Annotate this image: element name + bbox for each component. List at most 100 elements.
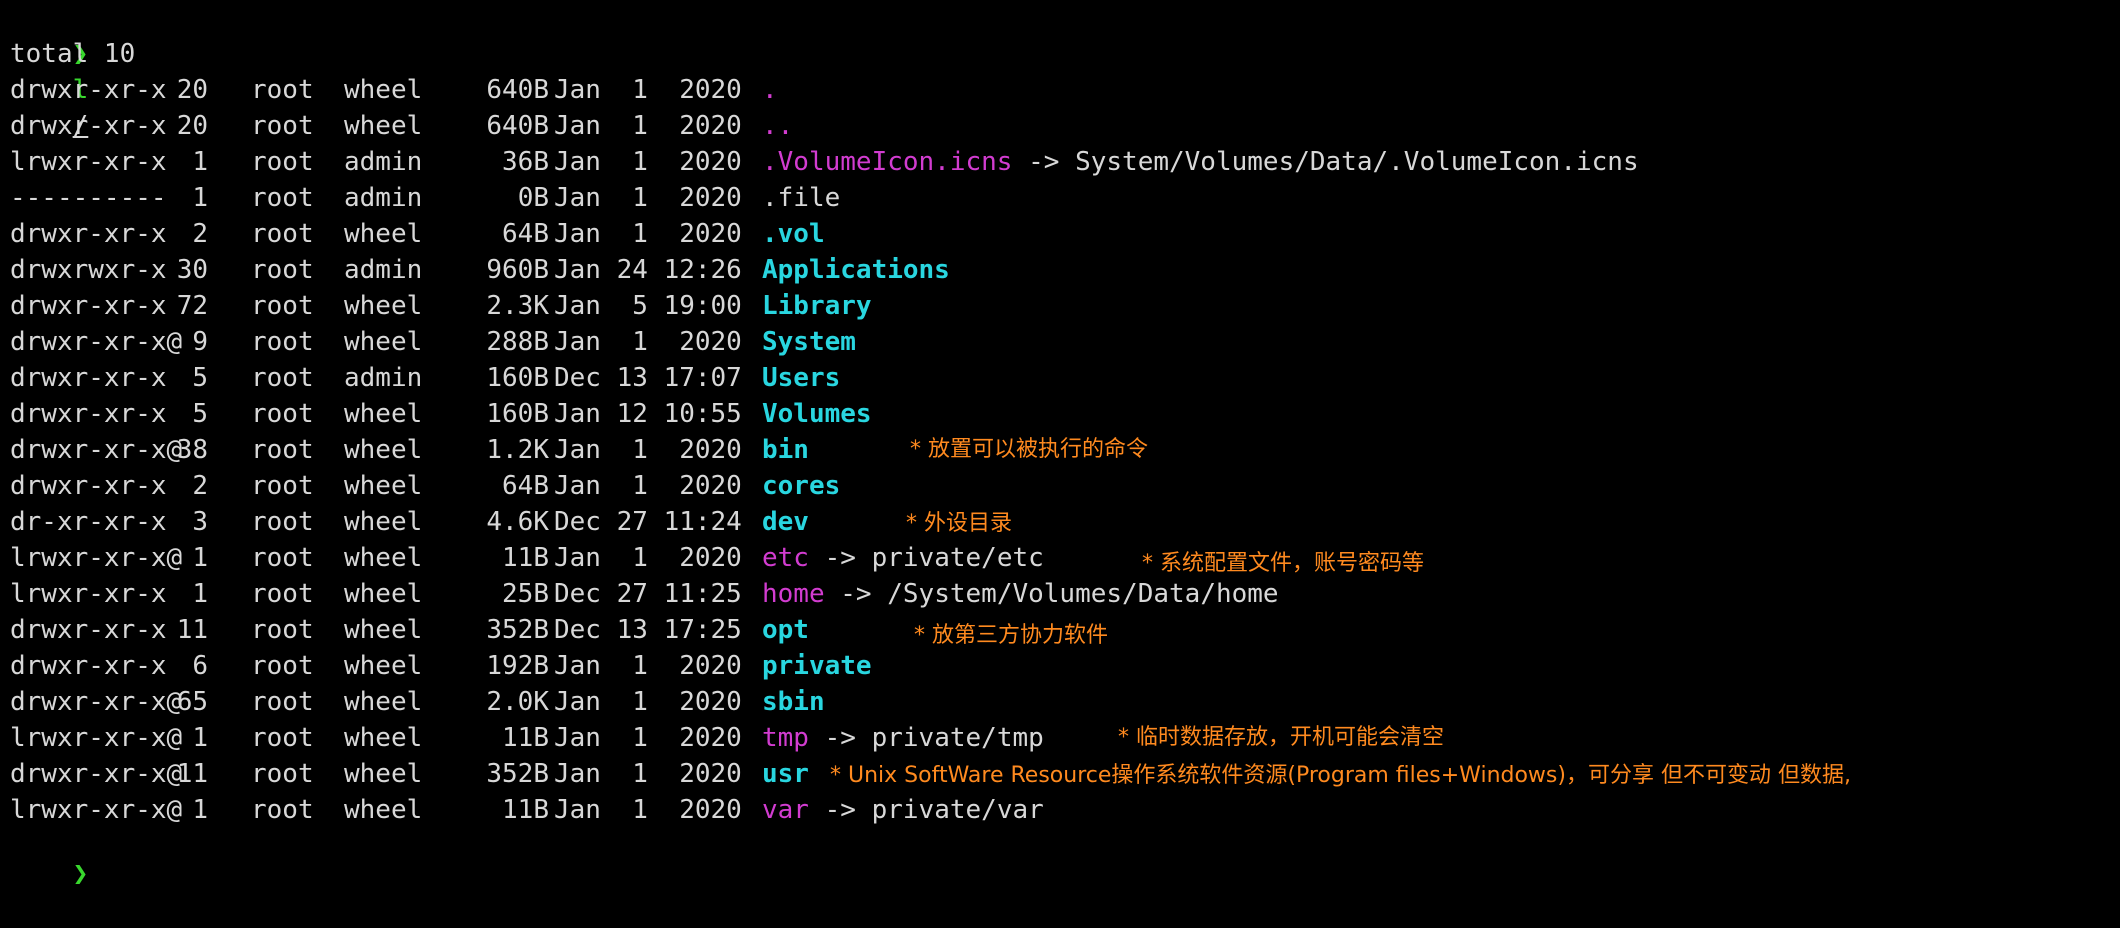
group: wheel [344,291,423,321]
owner: root [251,111,314,141]
symlink-target: private/var [871,795,1044,825]
symlink-arrow: -> [808,723,872,753]
annotation-bin: * 放置可以被执行的命令 [910,437,1148,462]
file-name[interactable]: .file [762,183,840,213]
owner: root [251,363,314,393]
permissions: drwxr-xr-x@ [10,435,183,465]
directory-name[interactable]: private [762,651,872,681]
modified-date: Jan 1 2020 [554,183,742,213]
link-count: 11 [176,615,208,645]
group: admin [344,255,423,285]
group: wheel [344,543,423,573]
directory-name[interactable]: opt [762,615,809,645]
annotation-etc: * 系统配置文件，账号密码等 [1142,551,1424,576]
owner: root [251,579,314,609]
owner: root [251,435,314,465]
size: 160B [486,363,549,393]
size: 2.0K [486,687,549,717]
terminal-window[interactable]: ❯ l / total 10 drwxr-xr-x 20 root wheel 640B… [0,0,2120,889]
file-name[interactable]: . [762,75,778,105]
permissions: drwxr-xr-x [10,363,167,393]
list-item: dr-xr-xr-x 3 root wheel 4.6K Dec 27 11:24 dev [10,504,2110,540]
entry-name-cell: opt [762,612,809,648]
permissions: drwxr-xr-x@ [10,327,183,357]
list-item: drwxr-xr-x@ 65 root wheel 2.0K Jan 1 2020 sbin [10,684,2110,720]
permissions: drwxr-xr-x [10,75,167,105]
next-prompt-line[interactable]: ❯ [10,820,89,889]
list-item: drwxr-xr-x 2 root wheel 64B Jan 1 2020 .vol [10,216,2110,252]
symlink-name[interactable]: home [762,579,825,609]
group: wheel [344,435,423,465]
owner: root [251,399,314,429]
file-name[interactable]: .. [762,111,793,141]
directory-name[interactable]: bin [762,435,809,465]
symlink-name[interactable]: .VolumeIcon.icns [762,147,1012,177]
modified-date: Jan 5 19:00 [554,291,742,321]
group: wheel [344,471,423,501]
size: 352B [486,615,549,645]
owner: root [251,795,314,825]
size: 25B [502,579,549,609]
link-count: 65 [176,687,208,717]
owner: root [251,327,314,357]
modified-date: Jan 1 2020 [554,795,742,825]
entry-name-cell: sbin [762,684,825,720]
permissions: drwxrwxr-x [10,255,167,285]
link-count: 1 [192,147,208,177]
entry-name-cell: . [762,72,778,108]
permissions: lrwxr-xr-x [10,579,167,609]
owner: root [251,291,314,321]
symlink-name[interactable]: tmp [762,723,809,753]
link-count: 5 [192,399,208,429]
directory-name[interactable]: usr [762,759,809,789]
owner: root [251,651,314,681]
group: wheel [344,399,423,429]
owner: root [251,687,314,717]
permissions: drwxr-xr-x [10,219,167,249]
permissions: drwxr-xr-x [10,651,167,681]
list-item: drwxr-xr-x 5 root wheel 160B Jan 12 10:55 Volu… [10,396,2110,432]
modified-date: Jan 1 2020 [554,435,742,465]
group: wheel [344,507,423,537]
directory-name[interactable]: Library [762,291,872,321]
modified-date: Jan 1 2020 [554,327,742,357]
symlink-name[interactable]: etc [762,543,809,573]
permissions: drwxr-xr-x [10,291,167,321]
link-count: 38 [176,435,208,465]
group: wheel [344,219,423,249]
size: 288B [486,327,549,357]
list-item: drwxr-xr-x 6 root wheel 192B Jan 1 2020 privat… [10,648,2110,684]
directory-name[interactable]: .vol [762,219,825,249]
size: 11B [502,543,549,573]
size: 64B [502,471,549,501]
list-item: drwxr-xr-x@ 9 root wheel 288B Jan 1 2020 Syste… [10,324,2110,360]
directory-name[interactable]: dev [762,507,809,537]
link-count: 2 [192,471,208,501]
directory-name[interactable]: Applications [762,255,950,285]
directory-name[interactable]: System [762,327,856,357]
modified-date: Jan 1 2020 [554,543,742,573]
symlink-arrow: -> [808,543,872,573]
link-count: 9 [192,327,208,357]
size: 4.6K [486,507,549,537]
list-item: lrwxr-xr-x 1 root wheel 25B Dec 27 11:25 home … [10,576,2110,612]
modified-date: Dec 13 17:25 [554,615,742,645]
directory-name[interactable]: sbin [762,687,825,717]
permissions: lrwxr-xr-x@ [10,723,183,753]
permissions: lrwxr-xr-x@ [10,543,183,573]
prompt-line: ❯ l / [10,0,89,141]
directory-name[interactable]: Volumes [762,399,872,429]
list-item: drwxrwxr-x 30 root admin 960B Jan 24 12:26 App… [10,252,2110,288]
group: wheel [344,759,423,789]
size: 11B [502,723,549,753]
owner: root [251,723,314,753]
annotation-opt: * 放第三方协力软件 [914,623,1108,648]
modified-date: Jan 1 2020 [554,687,742,717]
entry-name-cell: .file [762,180,840,216]
symlink-arrow: -> [808,795,872,825]
directory-name[interactable]: Users [762,363,840,393]
modified-date: Jan 1 2020 [554,111,742,141]
list-item: lrwxr-xr-x@ 1 root wheel 11B Jan 1 2020 tmp ->… [10,720,2110,756]
directory-name[interactable]: cores [762,471,840,501]
symlink-name[interactable]: var [762,795,809,825]
